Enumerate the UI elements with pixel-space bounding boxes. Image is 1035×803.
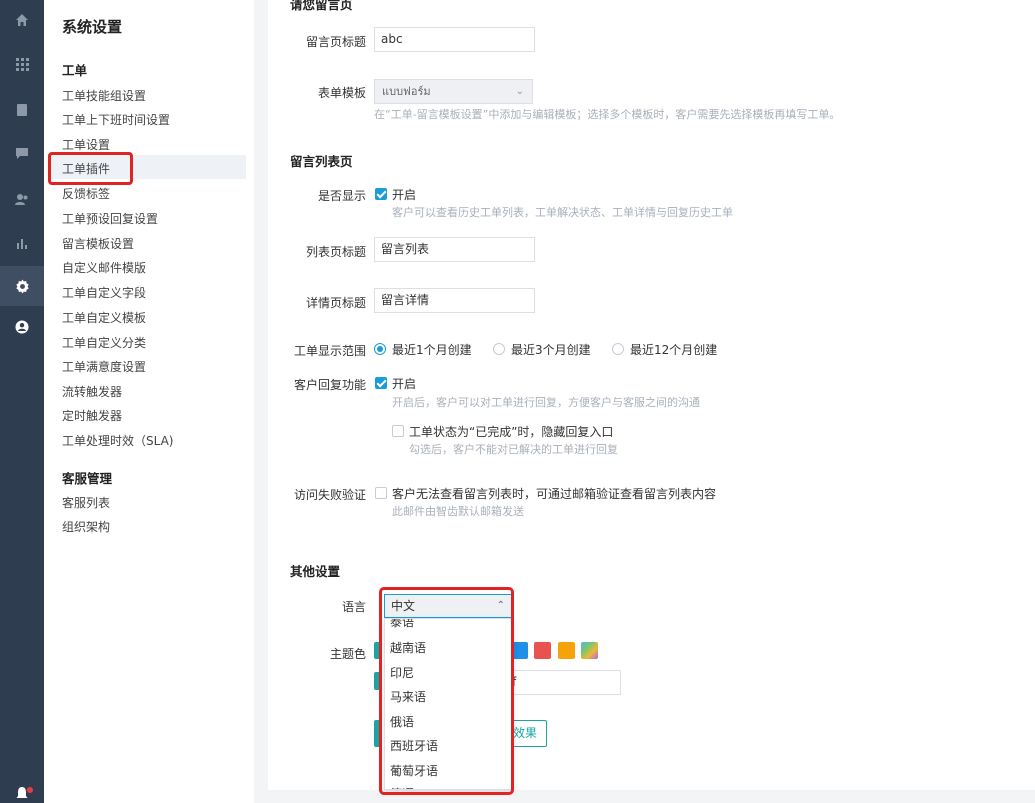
- theme-color-input[interactable]: f: [505, 670, 621, 695]
- hide-reply-hint: 勾选后，客户不能对已解决的工单进行回复: [409, 443, 618, 456]
- customer-reply-hint: 开启后，客户可以对工单进行回复，方便客户与客服之间的沟通: [392, 396, 700, 409]
- sidebar-item-message-templates[interactable]: 留言模板设置: [62, 235, 134, 252]
- sidebar-item-sla[interactable]: 工单处理时效（SLA): [62, 432, 173, 449]
- range-option-1month[interactable]: 最近1个月创建: [392, 341, 472, 358]
- settings-sidebar: 系统设置 工单 工单技能组设置 工单上下班时间设置 工单设置 工单插件 反馈标签…: [44, 0, 254, 803]
- show-list-label: 是否显示: [317, 189, 366, 203]
- theme-swatch-custom[interactable]: [581, 642, 598, 659]
- settings-icon[interactable]: [0, 266, 44, 306]
- document-icon[interactable]: [0, 96, 44, 124]
- sidebar-highlight-frame: [48, 152, 133, 185]
- section-list-page: 留言列表页: [290, 154, 353, 169]
- account-icon[interactable]: [0, 313, 44, 341]
- notification-dot: [27, 787, 33, 793]
- customer-reply-text: 开启: [392, 377, 417, 391]
- message-title-label: 留言页标题: [305, 35, 366, 49]
- sidebar-group-ticket: 工单: [62, 63, 88, 78]
- section-message-page: 请您留言页: [290, 0, 353, 12]
- bar-chart-icon[interactable]: [0, 229, 44, 257]
- sidebar-item-feedback-tags[interactable]: 反馈标签: [62, 185, 110, 202]
- sidebar-item-org-structure[interactable]: 组织架构: [62, 518, 110, 535]
- sidebar-item-preset-replies[interactable]: 工单预设回复设置: [62, 210, 158, 227]
- detail-title-input[interactable]: 留言详情: [374, 288, 535, 313]
- grid-icon[interactable]: [0, 50, 44, 78]
- access-verify-checkbox[interactable]: [375, 487, 387, 499]
- range-option-12month[interactable]: 最近12个月创建: [630, 341, 717, 358]
- chat-icon[interactable]: [0, 139, 44, 167]
- chevron-down-icon: ⌄: [515, 86, 524, 97]
- form-template-select[interactable]: แบบฟอร์ม ⌄: [374, 79, 533, 104]
- bell-icon[interactable]: [12, 783, 32, 803]
- sidebar-item-custom-templates[interactable]: 工单自定义模板: [62, 309, 146, 326]
- sidebar-item-work-hours[interactable]: 工单上下班时间设置: [62, 111, 170, 128]
- show-list-text: 开启: [392, 188, 417, 202]
- theme-color-label: 主题色: [329, 647, 366, 661]
- sidebar-item-agent-list[interactable]: 客服列表: [62, 494, 110, 511]
- detail-title-label: 详情页标题: [305, 296, 366, 310]
- sidebar-item-custom-categories[interactable]: 工单自定义分类: [62, 334, 146, 351]
- customer-reply-checkbox[interactable]: [375, 377, 387, 389]
- show-list-hint: 客户可以查看历史工单列表，工单解决状态、工单详情与回复历史工单: [392, 206, 733, 219]
- theme-swatch-orange[interactable]: [558, 642, 575, 659]
- section-other-settings: 其他设置: [290, 564, 341, 579]
- sidebar-item-skill-group[interactable]: 工单技能组设置: [62, 87, 146, 104]
- theme-swatch-red[interactable]: [534, 642, 551, 659]
- customer-reply-label: 客户回复功能: [293, 378, 366, 392]
- access-verify-label: 访问失败验证: [293, 488, 366, 502]
- sidebar-item-custom-fields[interactable]: 工单自定义字段: [62, 284, 146, 301]
- form-template-label: 表单模板: [317, 86, 366, 100]
- sidebar-item-timed-triggers[interactable]: 定时触发器: [62, 407, 122, 424]
- range-radio-12month[interactable]: [612, 343, 624, 355]
- list-title-label: 列表页标题: [305, 245, 366, 259]
- sidebar-title: 系统设置: [62, 18, 123, 36]
- sidebar-item-ticket-settings[interactable]: 工单设置: [62, 136, 110, 153]
- home-icon[interactable]: [0, 6, 44, 34]
- sidebar-item-satisfaction[interactable]: 工单满意度设置: [62, 358, 146, 375]
- access-verify-hint: 此邮件由智齿默认邮箱发送: [392, 505, 524, 518]
- dropdown-highlight-frame: [379, 587, 514, 795]
- message-title-input[interactable]: abc: [374, 27, 535, 52]
- show-list-checkbox[interactable]: [375, 188, 387, 200]
- form-template-hint: 在“工单-留言模板设置”中添加与编辑模板；选择多个模板时，客户需要先选择模板再填…: [374, 108, 841, 121]
- icon-rail: [0, 0, 44, 803]
- range-radio-3month[interactable]: [493, 343, 505, 355]
- hide-reply-checkbox[interactable]: [392, 425, 404, 437]
- sidebar-group-agent-management: 客服管理: [62, 471, 113, 486]
- hide-reply-text: 工单状态为“已完成”时，隐藏回复入口: [409, 425, 614, 439]
- list-title-input[interactable]: 留言列表: [374, 237, 535, 262]
- range-option-3month[interactable]: 最近3个月创建: [511, 341, 591, 358]
- language-label: 语言: [341, 600, 366, 614]
- users-icon[interactable]: [0, 185, 44, 213]
- sidebar-item-flow-triggers[interactable]: 流转触发器: [62, 383, 122, 400]
- access-verify-text: 客户无法查看留言列表时，可通过邮箱验证查看留言列表内容: [392, 487, 717, 501]
- form-template-value: แบบฟอร์ม: [382, 85, 431, 98]
- sidebar-item-email-templates[interactable]: 自定义邮件模版: [62, 259, 146, 276]
- display-range-label: 工单显示范围: [293, 344, 366, 358]
- range-radio-1month[interactable]: [374, 343, 386, 355]
- main-panel: 请您留言页 留言页标题 abc 表单模板 แบบฟอร์ม ⌄ 在“工单-留言模…: [268, 0, 1035, 795]
